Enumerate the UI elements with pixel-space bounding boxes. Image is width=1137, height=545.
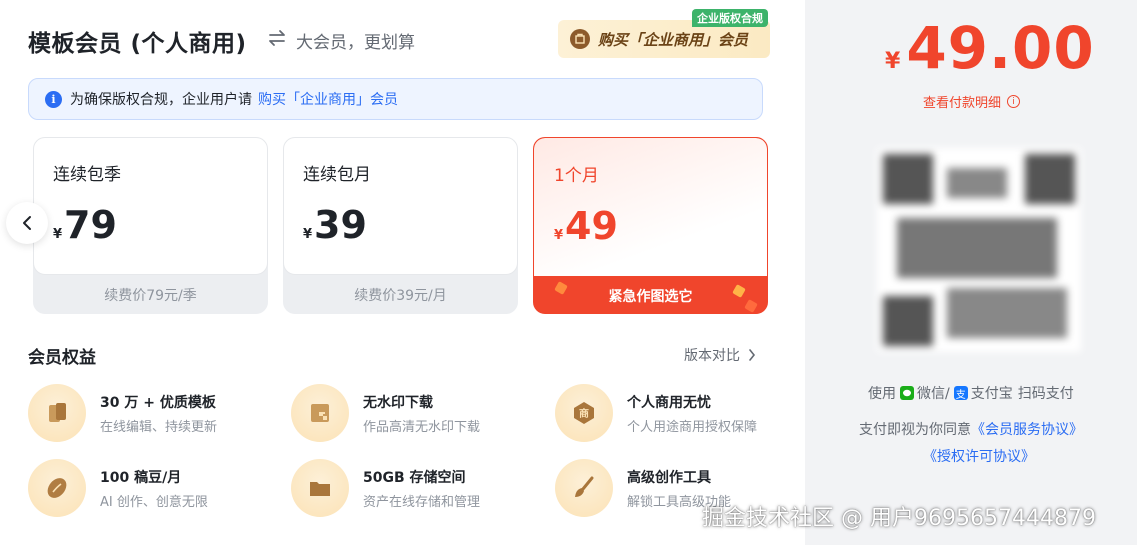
compliance-notice: i 为确保版权合规，企业用户请 购买「企业商用」会员 (28, 78, 763, 120)
benefit-desc: 个人用途商用授权保障 (627, 419, 758, 435)
bean-icon (28, 459, 86, 517)
payment-detail-link[interactable]: 查看付款明细 i (923, 92, 1021, 111)
folder-icon (291, 459, 349, 517)
license-agreement-link[interactable]: 《授权许可协议》 (923, 446, 1035, 466)
buy-enterprise-label: 购买「企业商用」会员 (598, 30, 749, 49)
chevron-right-icon (749, 349, 756, 361)
benefits-title: 会员权益 (28, 348, 96, 368)
enterprise-badge-icon (570, 29, 590, 49)
price-amount: 79 (64, 203, 117, 247)
wechat-pay-icon (900, 386, 914, 400)
plan-card-quarterly[interactable]: 连续包季 ¥ 79 续费价79元/季 (33, 137, 268, 314)
no-watermark-icon (291, 384, 349, 442)
info-icon: i (45, 90, 62, 108)
notice-text: 为确保版权合规，企业用户请 (70, 92, 252, 108)
benefit-item: 100 稿豆/月 AI 创作、创意无限 (28, 459, 208, 517)
version-compare-label: 版本对比 (684, 348, 740, 364)
plan-name: 连续包季 (53, 165, 121, 185)
total-amount: 49.00 (906, 14, 1095, 82)
currency-symbol: ¥ (303, 227, 313, 242)
member-service-agreement-link[interactable]: 《会员服务协议》 (971, 422, 1083, 438)
benefit-item: 无水印下载 作品高清无水印下载 (291, 384, 480, 442)
plan-name: 连续包月 (303, 165, 371, 185)
plan-name: 1个月 (554, 166, 599, 186)
benefit-title: 30 万 + 优质模板 (100, 394, 216, 411)
benefit-item: 30 万 + 优质模板 在线编辑、持续更新 (28, 384, 217, 442)
site-watermark: 掘金技术社区 @ 用户9695657444879 (702, 506, 1096, 531)
pricing-panel: 模板会员 (个人商用) 大会员，更划算 购买「企业商用」会员 企业版权合规 i … (0, 0, 805, 545)
agree-text: 支付即视为你同意 (859, 422, 971, 438)
currency-symbol: ¥ (554, 228, 564, 243)
benefit-title: 100 稿豆/月 (100, 469, 182, 486)
plan-promo-banner: 紧急作图选它 (608, 288, 693, 305)
total-currency: ¥ (885, 49, 901, 74)
payment-qr-code (877, 148, 1081, 352)
notice-enterprise-link[interactable]: 购买「企业商用」会员 (258, 89, 398, 109)
swap-icon (269, 30, 285, 46)
chevron-left-icon (23, 216, 31, 230)
benefit-title: 个人商用无忧 (627, 394, 711, 411)
benefit-title: 高级创作工具 (627, 469, 711, 486)
commercial-icon: 商 (555, 384, 613, 442)
benefit-desc: 在线编辑、持续更新 (100, 419, 218, 435)
plan-renewal-note: 续费价79元/季 (104, 287, 197, 304)
page-title: 模板会员 (个人商用) (28, 31, 247, 57)
benefit-item: 商 个人商用无忧 个人用途商用授权保障 (555, 384, 757, 442)
alipay-label: 支付宝 (970, 386, 1013, 402)
payment-total: ¥ 49.00 (885, 14, 1095, 82)
info-icon: i (1007, 95, 1021, 108)
enterprise-compliance-tag: 企业版权合规 (692, 9, 768, 27)
version-compare-link[interactable]: 版本对比 (684, 345, 756, 365)
plan-price: ¥ 39 (303, 203, 367, 247)
plan-price: ¥ 49 (554, 204, 618, 248)
plan-renewal-note: 续费价39元/月 (354, 287, 447, 304)
plan-card-one-month[interactable]: 1个月 ¥ 49 紧急作图选它 (533, 137, 768, 314)
wechat-label: 微信/ (917, 386, 950, 402)
svg-text:商: 商 (579, 407, 589, 420)
brush-icon (555, 459, 613, 517)
pay-suffix: 扫码支付 (1017, 386, 1074, 402)
currency-symbol: ¥ (53, 227, 63, 242)
benefit-title: 无水印下载 (363, 394, 433, 411)
template-icon (28, 384, 86, 442)
benefit-desc: AI 创作、创意无限 (100, 494, 208, 510)
plan-card-monthly[interactable]: 连续包月 ¥ 39 续费价39元/月 (283, 137, 518, 314)
carousel-prev-button[interactable] (6, 202, 48, 244)
benefit-desc: 作品高清无水印下载 (363, 419, 481, 435)
pay-prefix: 使用 (868, 386, 896, 402)
agreement-line: 支付即视为你同意《会员服务协议》 (859, 419, 1083, 439)
benefit-desc: 资产在线存储和管理 (363, 494, 481, 510)
plan-price: ¥ 79 (53, 203, 117, 247)
payment-panel: ¥ 49.00 查看付款明细 i 使用 微信/ 支 支付宝 扫码支付 支付即视为… (805, 0, 1137, 545)
alipay-icon: 支 (953, 386, 968, 401)
benefit-title: 50GB 存储空间 (363, 469, 466, 486)
payment-detail-label: 查看付款明细 (923, 96, 1002, 111)
price-amount: 49 (565, 204, 618, 248)
price-amount: 39 (314, 203, 367, 247)
benefit-item: 50GB 存储空间 资产在线存储和管理 (291, 459, 480, 517)
payment-methods: 使用 微信/ 支 支付宝 扫码支付 (868, 383, 1074, 403)
switch-big-member-link[interactable]: 大会员，更划算 (296, 28, 415, 53)
